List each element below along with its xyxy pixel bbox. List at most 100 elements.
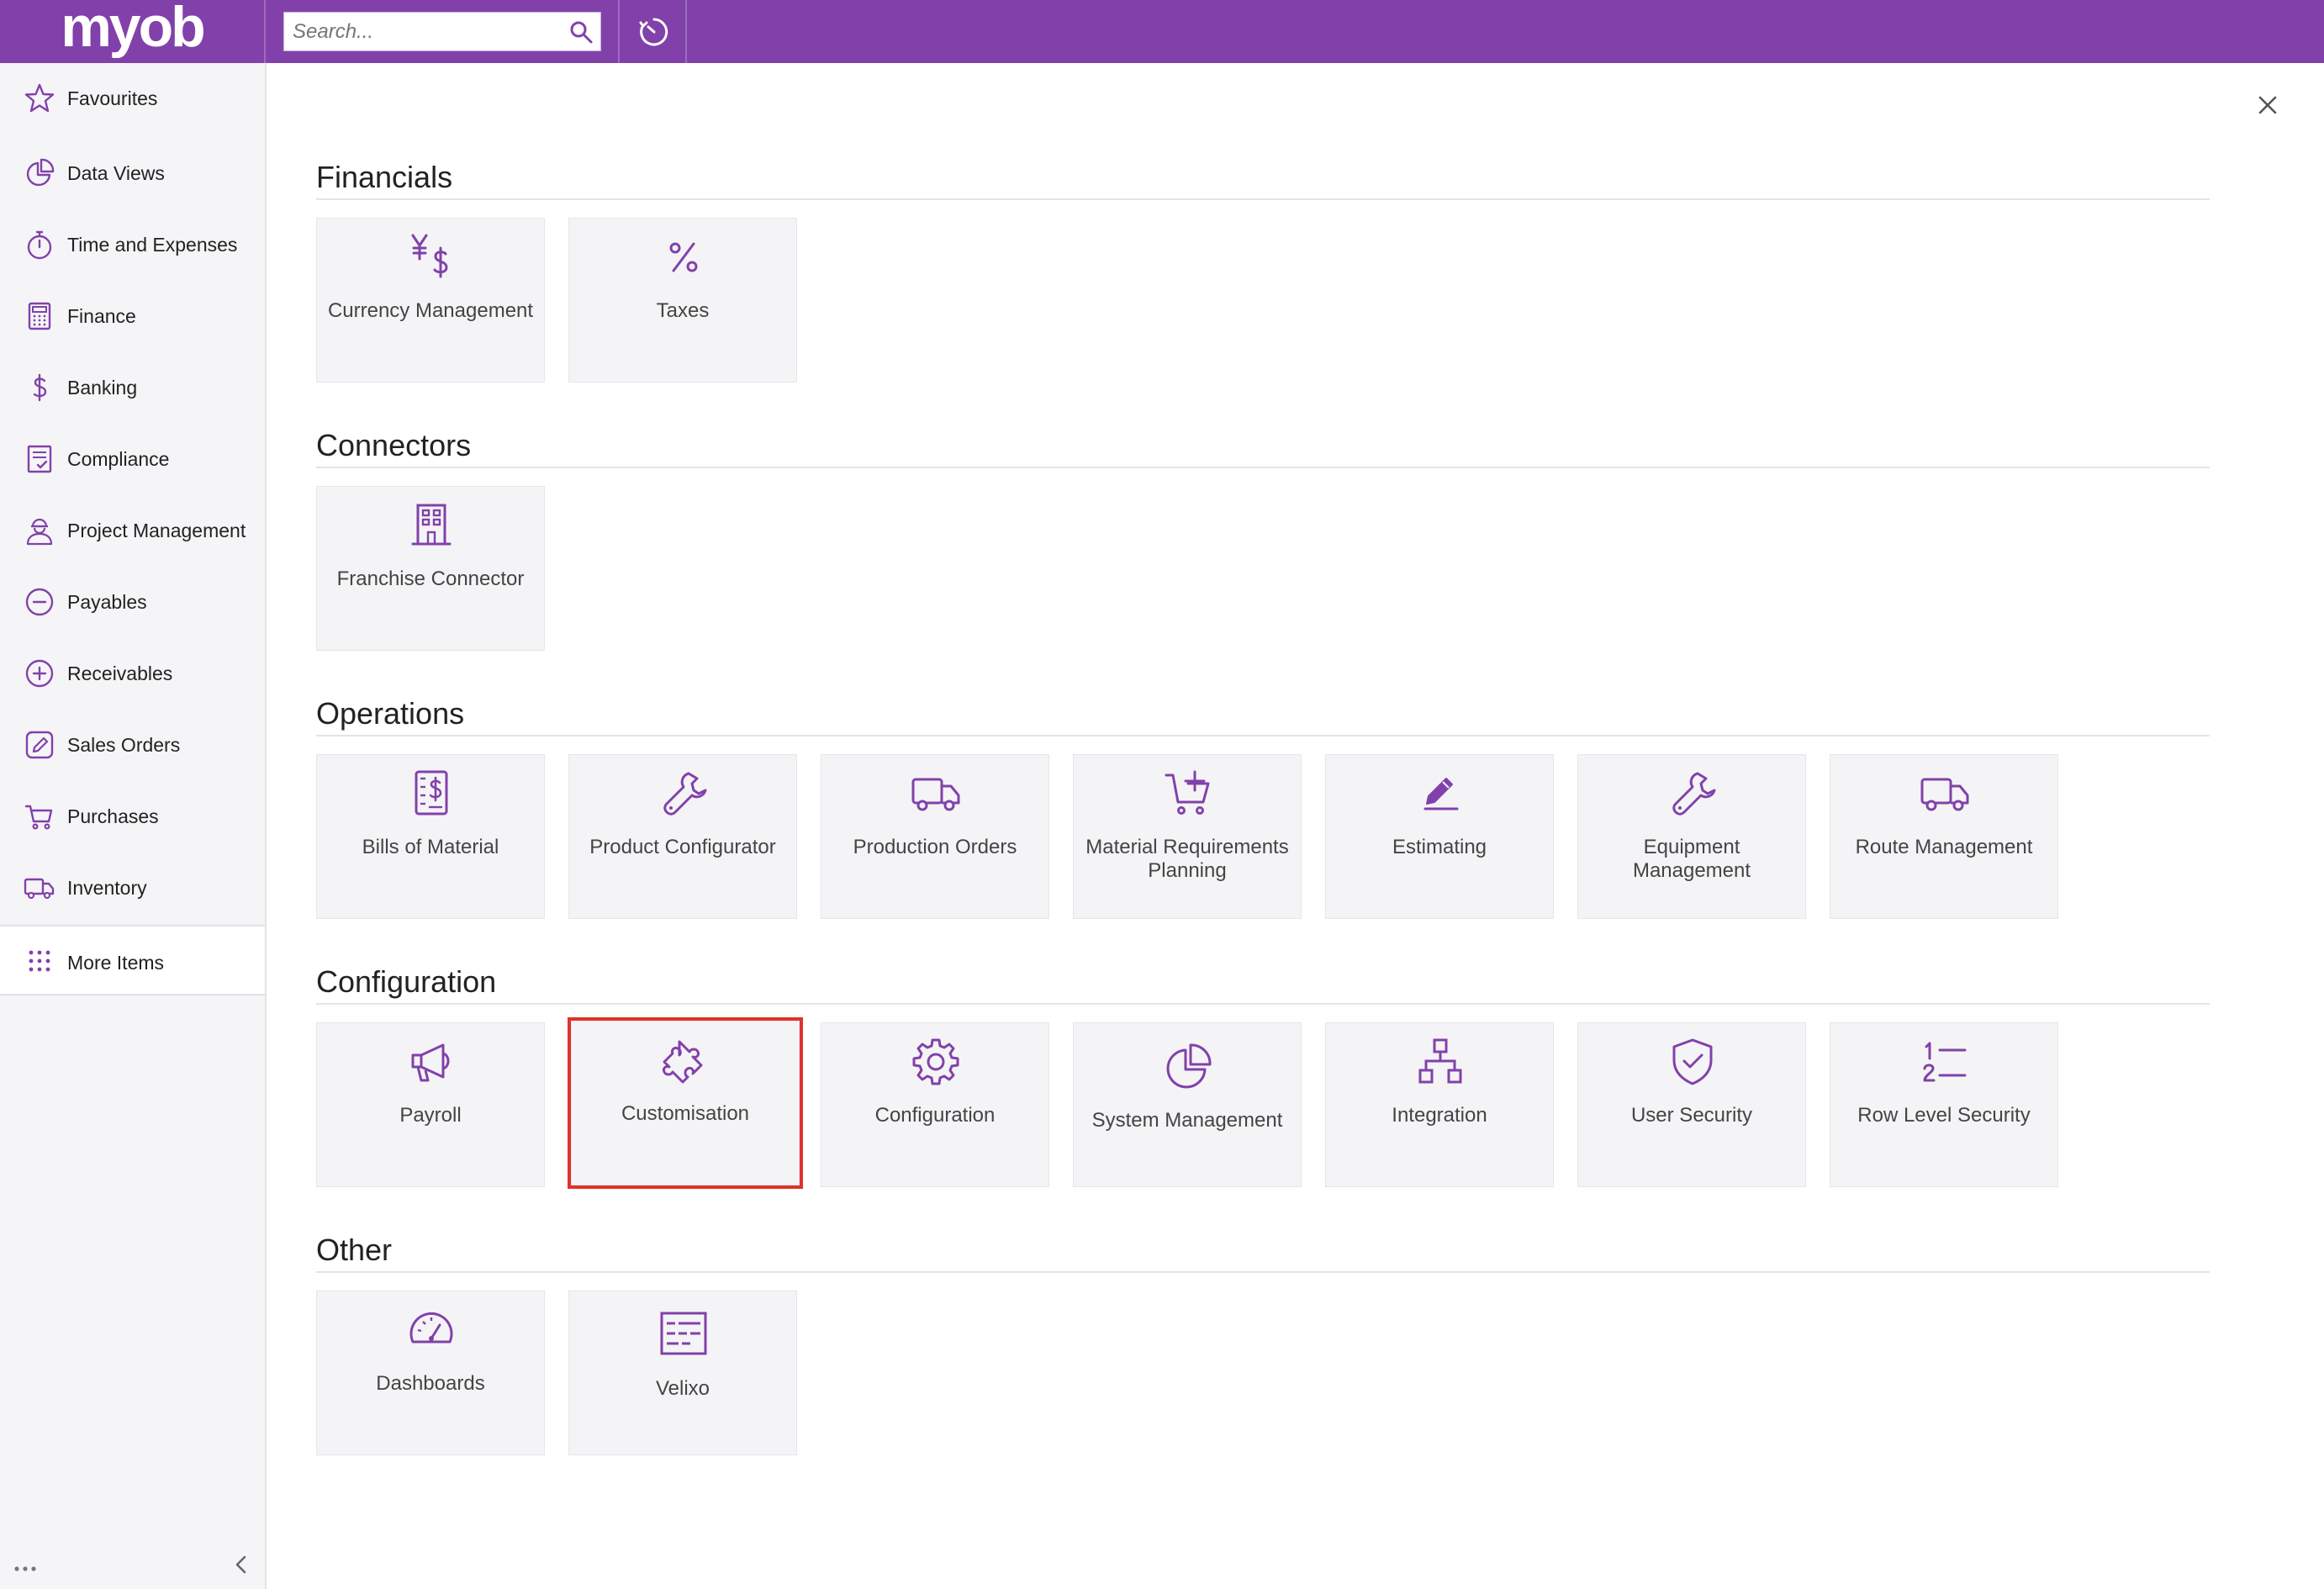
tile-label: Payroll <box>399 1104 462 1127</box>
recent-history-button[interactable] <box>618 0 687 63</box>
tile-dashboards[interactable]: Dashboards <box>316 1291 545 1455</box>
sidebar-item-label: Project Management <box>67 520 246 541</box>
sidebar-item-label: Inventory <box>67 877 147 899</box>
sidebar-item-favourites[interactable]: Favourites <box>0 69 265 128</box>
worker-icon <box>26 518 53 546</box>
section-title-operations: Operations <box>316 696 465 731</box>
percent-icon <box>669 242 698 272</box>
sidebar-item-banking[interactable]: Banking <box>0 358 265 417</box>
numbered-list-icon <box>1923 1042 1967 1082</box>
tile-franchise-connector[interactable]: Franchise Connector <box>316 486 545 651</box>
hierarchy-icon <box>1418 1038 1462 1084</box>
gear-icon <box>912 1038 959 1085</box>
currency-icon <box>411 234 448 278</box>
tile-label: Material Requirements Planning <box>1085 836 1289 882</box>
tile-bills-of-material[interactable]: Bills of Material <box>316 754 545 919</box>
tile-velixo[interactable]: Velixo <box>568 1291 797 1455</box>
tile-production-orders[interactable]: Production Orders <box>821 754 1049 919</box>
tile-payroll[interactable]: Payroll <box>316 1022 545 1187</box>
cart-icon <box>24 805 53 830</box>
history-clock-icon <box>639 18 668 46</box>
sidebar-item-label: Compliance <box>67 448 170 470</box>
tile-material-requirements-planning[interactable]: Material Requirements Planning <box>1073 754 1302 919</box>
search-box[interactable] <box>283 12 601 51</box>
sidebar-item-label: Receivables <box>67 663 173 684</box>
tile-label: User Security <box>1630 1104 1753 1127</box>
close-icon[interactable] <box>2253 91 2282 119</box>
section-divider <box>316 467 2210 468</box>
tile-user-security[interactable]: User Security <box>1577 1022 1806 1187</box>
wrench-icon <box>1672 772 1716 816</box>
puzzle-icon <box>663 1040 703 1084</box>
collapse-sidebar-icon[interactable] <box>230 1552 252 1577</box>
sidebar-item-finance[interactable]: Finance <box>0 287 265 346</box>
top-bar: myob <box>0 0 2324 63</box>
tile-system-management[interactable]: System Management <box>1073 1022 1302 1187</box>
star-icon <box>24 83 55 113</box>
sidebar-item-compliance[interactable]: Compliance <box>0 430 265 488</box>
tile-label: Currency Management <box>327 299 534 322</box>
sidebar-item-data-views[interactable]: Data Views <box>0 144 265 203</box>
section-title-other: Other <box>316 1233 393 1267</box>
sidebar-item-label: Payables <box>67 591 147 613</box>
sidebar-item-project-management[interactable]: Project Management <box>0 501 265 560</box>
bill-icon <box>415 770 448 816</box>
pencil-icon <box>1423 778 1459 810</box>
sidebar-item-label: Sales Orders <box>67 734 181 756</box>
sidebar-item-label: Time and Expenses <box>67 234 238 256</box>
tile-label: Integration <box>1392 1104 1487 1127</box>
sidebar-item-receivables[interactable]: Receivables <box>0 644 265 703</box>
sidebar-item-label: Purchases <box>67 805 159 827</box>
sidebar-item-payables[interactable]: Payables <box>0 573 265 631</box>
tile-label: Estimating <box>1392 836 1487 858</box>
section-divider <box>316 735 2210 736</box>
tile-label: Customisation <box>621 1102 750 1125</box>
tile-taxes[interactable]: Taxes <box>568 218 797 383</box>
tile-label: Product Configurator <box>589 836 776 858</box>
ellipsis-icon[interactable] <box>13 1564 39 1574</box>
tile-equipment-management[interactable]: Equipment Management <box>1577 754 1806 919</box>
section-divider <box>316 198 2210 200</box>
section-title-financials: Financials <box>316 160 453 194</box>
tile-configuration[interactable]: Configuration <box>821 1022 1049 1187</box>
tile-label: Franchise Connector <box>336 568 525 590</box>
tile-product-configurator[interactable]: Product Configurator <box>568 754 797 919</box>
tile-label: Configuration <box>874 1104 996 1127</box>
search-input[interactable] <box>284 13 562 50</box>
plus-circle-icon <box>25 659 54 688</box>
dollar-icon <box>33 373 47 402</box>
tile-label: Row Level Security <box>1857 1104 2031 1127</box>
tile-estimating[interactable]: Estimating <box>1325 754 1554 919</box>
tile-label: Velixo <box>655 1377 710 1400</box>
tile-label: Bills of Material <box>362 836 499 858</box>
tile-currency-management[interactable]: Currency Management <box>316 218 545 383</box>
sidebar-item-more-items[interactable]: More Items <box>0 925 265 995</box>
tile-integration[interactable]: Integration <box>1325 1022 1554 1187</box>
grid-dots-icon <box>29 950 50 972</box>
sidebar-item-inventory[interactable]: Inventory <box>0 858 265 917</box>
tile-label: Production Orders <box>853 836 1017 858</box>
tile-row-level-security[interactable]: Row Level Security <box>1830 1022 2058 1187</box>
section-divider <box>316 1271 2210 1273</box>
section-title-connectors: Connectors <box>316 428 472 462</box>
tile-route-management[interactable]: Route Management <box>1830 754 2058 919</box>
tile-label: Dashboards <box>376 1372 485 1395</box>
myob-logo[interactable]: myob <box>0 0 266 63</box>
cart-plus-icon <box>1165 770 1210 815</box>
truck-icon <box>1920 778 1969 811</box>
truck-icon <box>911 778 960 811</box>
tile-label: Route Management <box>1855 836 2033 858</box>
stopwatch-icon <box>27 230 52 260</box>
sidebar-item-purchases[interactable]: Purchases <box>0 787 265 846</box>
search-icon[interactable] <box>568 19 594 45</box>
tile-label: Equipment Management <box>1632 836 1751 882</box>
sidebar-item-label: Favourites <box>67 87 158 109</box>
sidebar-item-label: Banking <box>67 377 138 399</box>
pie-chart-icon <box>26 158 55 187</box>
sidebar-item-sales-orders[interactable]: Sales Orders <box>0 715 265 774</box>
sidebar-item-label: More Items <box>67 952 165 974</box>
pie-chart-icon <box>1166 1043 1212 1089</box>
sidebar-item-time-and-expenses[interactable]: Time and Expenses <box>0 215 265 274</box>
gauge-icon <box>409 1312 453 1344</box>
tile-customisation[interactable]: Customisation <box>568 1017 803 1189</box>
